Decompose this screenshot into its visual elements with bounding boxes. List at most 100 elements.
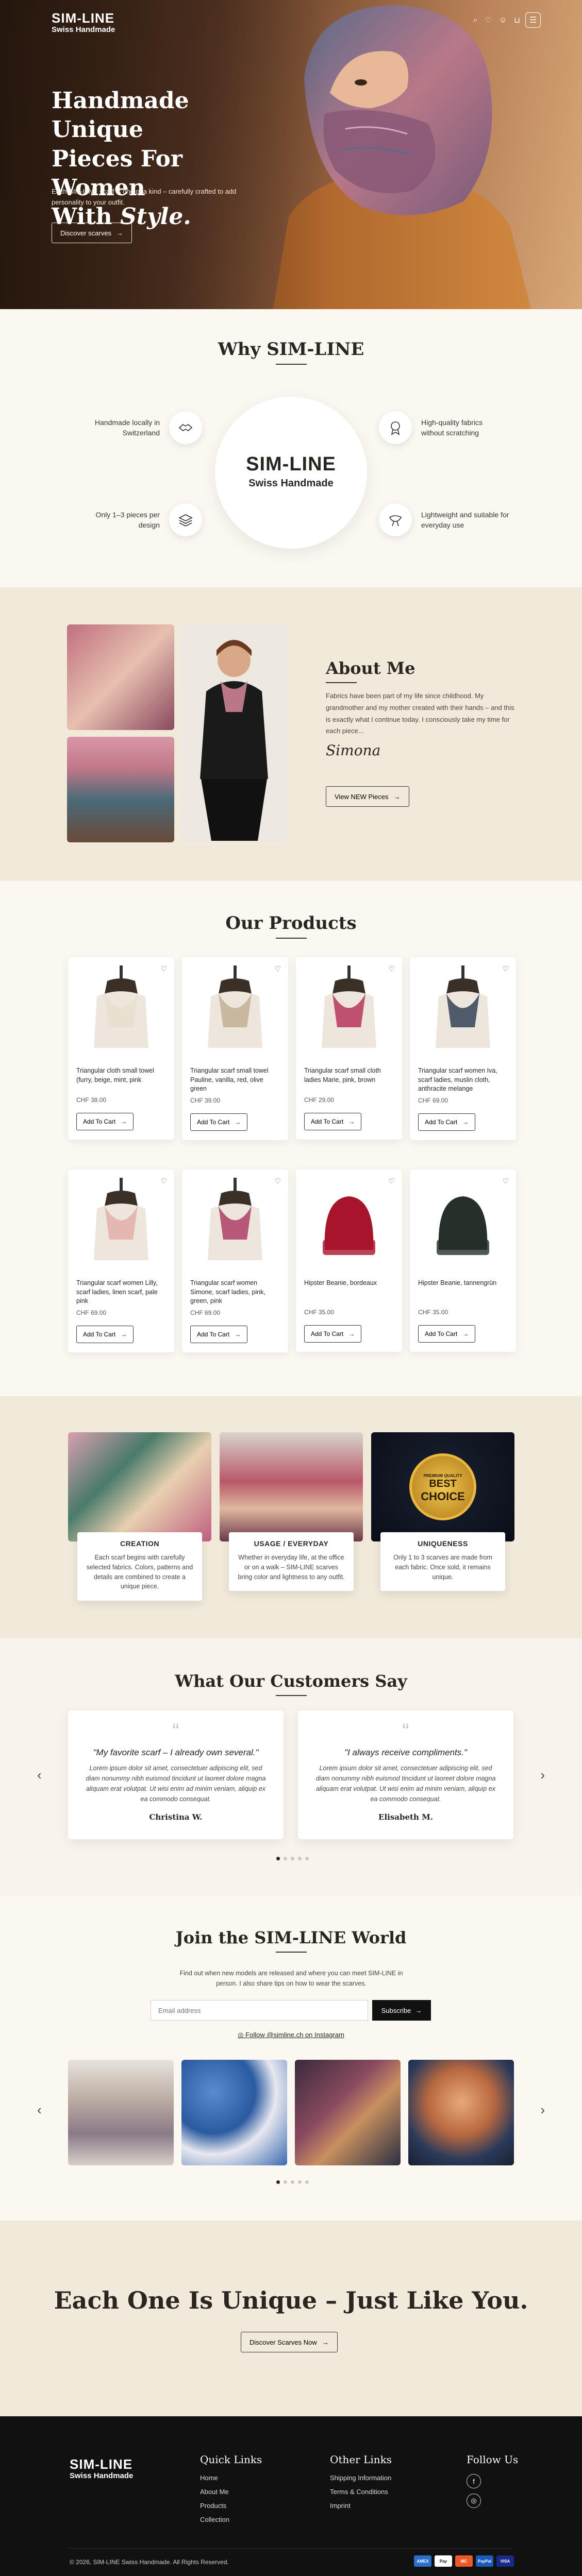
add-to-cart-button[interactable]: Add To Cart →	[304, 1113, 362, 1130]
site-logo[interactable]: SIM-LINE Swiss Handmade	[52, 11, 115, 33]
next-arrow-icon[interactable]: ›	[540, 2102, 545, 2118]
follow-us: Follow Us f ◎	[467, 2453, 518, 2513]
mastercard-icon: MC	[455, 2555, 473, 2567]
add-to-cart-button[interactable]: Add To Cart →	[190, 1325, 248, 1343]
product-name[interactable]: Triangular scarf small towel Pauline, va…	[190, 1066, 280, 1094]
footer-link-terms[interactable]: Terms & Conditions	[330, 2488, 392, 2496]
product-price: CHF 69.00	[76, 1309, 107, 1316]
product-price: CHF 38.00	[76, 1096, 107, 1104]
product-card[interactable]: ♡ Triangular cloth small towel (furry, be…	[68, 957, 174, 1140]
join-title: Join the SIM-LINE World	[0, 1928, 582, 1953]
heart-icon[interactable]: ♡	[502, 1177, 509, 1185]
product-image[interactable]	[76, 965, 166, 1058]
footer-link-about[interactable]: About Me	[200, 2488, 262, 2496]
search-icon[interactable]: ⌕	[473, 15, 477, 25]
footer-logo[interactable]: SIM-LINE Swiss Handmade	[70, 2458, 133, 2480]
add-to-cart-button[interactable]: Add To Cart →	[76, 1113, 134, 1130]
arrow-right-icon: →	[348, 1330, 355, 1337]
product-image[interactable]	[418, 965, 508, 1058]
arrow-right-icon: →	[393, 792, 401, 801]
feature-card-usage: USAGE / EVERYDAY Whether in everyday life…	[220, 1432, 363, 1591]
product-card[interactable]: ♡ Hipster Beanie, bordeaux CHF 35.00 Add To…	[296, 1170, 402, 1352]
brand-circle: SIM-LINE Swiss Handmade	[215, 397, 367, 549]
carousel-dots[interactable]	[276, 2180, 309, 2184]
heart-icon[interactable]: ♡	[274, 964, 281, 973]
product-image[interactable]	[76, 1178, 166, 1270]
product-price: CHF 69.00	[418, 1096, 448, 1104]
next-arrow-icon[interactable]: ›	[540, 1767, 545, 1783]
product-image[interactable]	[304, 1178, 394, 1270]
heart-icon[interactable]: ♡	[388, 1177, 395, 1185]
arrow-right-icon: →	[121, 1118, 127, 1125]
testimonials-section: What Our Customers Say ‹ › “ "My favorit…	[0, 1638, 582, 1896]
instagram-post[interactable]	[295, 2060, 401, 2165]
carousel-dots[interactable]	[276, 1857, 309, 1860]
view-new-pieces-button[interactable]: View NEW Pieces →	[326, 786, 409, 807]
visa-icon: VISA	[496, 2555, 514, 2567]
payment-icons: AMEX Pay MC PayPal VISA	[414, 2555, 514, 2567]
product-price: CHF 69.00	[190, 1309, 221, 1316]
prev-arrow-icon[interactable]: ‹	[37, 2102, 42, 2118]
product-image[interactable]	[418, 1178, 508, 1270]
product-card[interactable]: ♡ Triangular scarf women Iva, scarf ladie…	[410, 957, 516, 1140]
footer-link-collection[interactable]: Collection	[200, 2516, 262, 2523]
product-price: CHF 39.00	[190, 1096, 221, 1104]
header-icons: ⌕ ♡ ☺ ⊔	[473, 15, 520, 25]
footer-link-imprint[interactable]: Imprint	[330, 2502, 392, 2510]
scarf-icon	[379, 503, 412, 536]
product-name[interactable]: Triangular cloth small towel (furry, bei…	[76, 1066, 166, 1093]
product-name[interactable]: Triangular scarf women Lilly, scarf ladi…	[76, 1279, 166, 1306]
facebook-icon[interactable]: f	[467, 2474, 481, 2488]
about-title: About Me	[326, 658, 415, 683]
instagram-icon[interactable]: ◎	[467, 2494, 481, 2508]
heart-icon[interactable]: ♡	[274, 1177, 281, 1185]
signature: Simona	[326, 742, 381, 759]
prev-arrow-icon[interactable]: ‹	[37, 1767, 42, 1783]
cart-icon[interactable]: ⊔	[514, 15, 520, 25]
add-to-cart-button[interactable]: Add To Cart →	[76, 1325, 134, 1343]
product-image[interactable]	[190, 1178, 280, 1270]
product-name[interactable]: Triangular scarf women Iva, scarf ladies…	[418, 1066, 508, 1094]
product-image[interactable]	[304, 965, 394, 1058]
product-card[interactable]: ♡ Triangular scarf small towel Pauline, v…	[182, 957, 288, 1140]
instagram-post[interactable]	[408, 2060, 514, 2165]
product-name[interactable]: Hipster Beanie, bordeaux	[304, 1279, 394, 1306]
why-title: Why SIM-LINE	[0, 339, 582, 365]
discover-scarves-now-button[interactable]: Discover Scarves Now →	[241, 2332, 338, 2352]
footer-link-products[interactable]: Products	[200, 2502, 262, 2510]
product-price: CHF 29.00	[304, 1096, 335, 1104]
heart-icon[interactable]: ♡	[388, 964, 395, 973]
product-card[interactable]: ♡ Triangular scarf women Lilly, scarf lad…	[68, 1170, 174, 1352]
email-field[interactable]	[151, 2000, 368, 2021]
menu-icon[interactable]: ☰	[525, 12, 541, 28]
instagram-icon: ◎	[238, 2031, 244, 2039]
footer-link-home[interactable]: Home	[200, 2474, 262, 2482]
heart-icon[interactable]: ♡	[160, 964, 167, 973]
product-card[interactable]: ♡ Triangular scarf women Simone, scarf la…	[182, 1170, 288, 1352]
user-icon[interactable]: ☺	[499, 15, 507, 25]
subscribe-button[interactable]: Subscribe →	[372, 2000, 431, 2021]
footer-link-shipping[interactable]: Shipping Information	[330, 2474, 392, 2482]
instagram-post[interactable]	[68, 2060, 174, 2165]
add-to-cart-button[interactable]: Add To Cart →	[418, 1325, 476, 1343]
about-text: Fabrics have been part of my life since …	[326, 692, 514, 735]
about-image-portrait	[180, 624, 288, 842]
product-name[interactable]: Triangular scarf women Simone, scarf lad…	[190, 1279, 280, 1306]
product-card[interactable]: ♡ Hipster Beanie, tannengrün CHF 35.00 Add …	[410, 1170, 516, 1352]
add-to-cart-button[interactable]: Add To Cart →	[304, 1325, 362, 1343]
add-to-cart-button[interactable]: Add To Cart →	[418, 1113, 476, 1131]
product-image[interactable]	[190, 965, 280, 1058]
heart-icon[interactable]: ♡	[160, 1177, 167, 1185]
discover-scarves-button[interactable]: Discover scarves →	[52, 223, 132, 243]
heart-icon[interactable]: ♡	[485, 15, 492, 25]
testimonials-title: What Our Customers Say	[0, 1671, 582, 1696]
heart-icon[interactable]: ♡	[502, 964, 509, 973]
add-to-cart-button[interactable]: Add To Cart →	[190, 1113, 248, 1131]
product-name[interactable]: Hipster Beanie, tannengrün	[418, 1279, 508, 1306]
product-name[interactable]: Triangular scarf small cloth ladies Mari…	[304, 1066, 394, 1093]
product-card[interactable]: ♡ Triangular scarf small cloth ladies Mar…	[296, 957, 402, 1140]
product-price: CHF 35.00	[418, 1309, 448, 1316]
feature-local: Handmade locally in Switzerland	[77, 411, 202, 444]
instagram-post[interactable]	[181, 2060, 287, 2165]
instagram-link[interactable]: ◎ Follow @simline.ch on Instagram	[0, 2031, 582, 2039]
